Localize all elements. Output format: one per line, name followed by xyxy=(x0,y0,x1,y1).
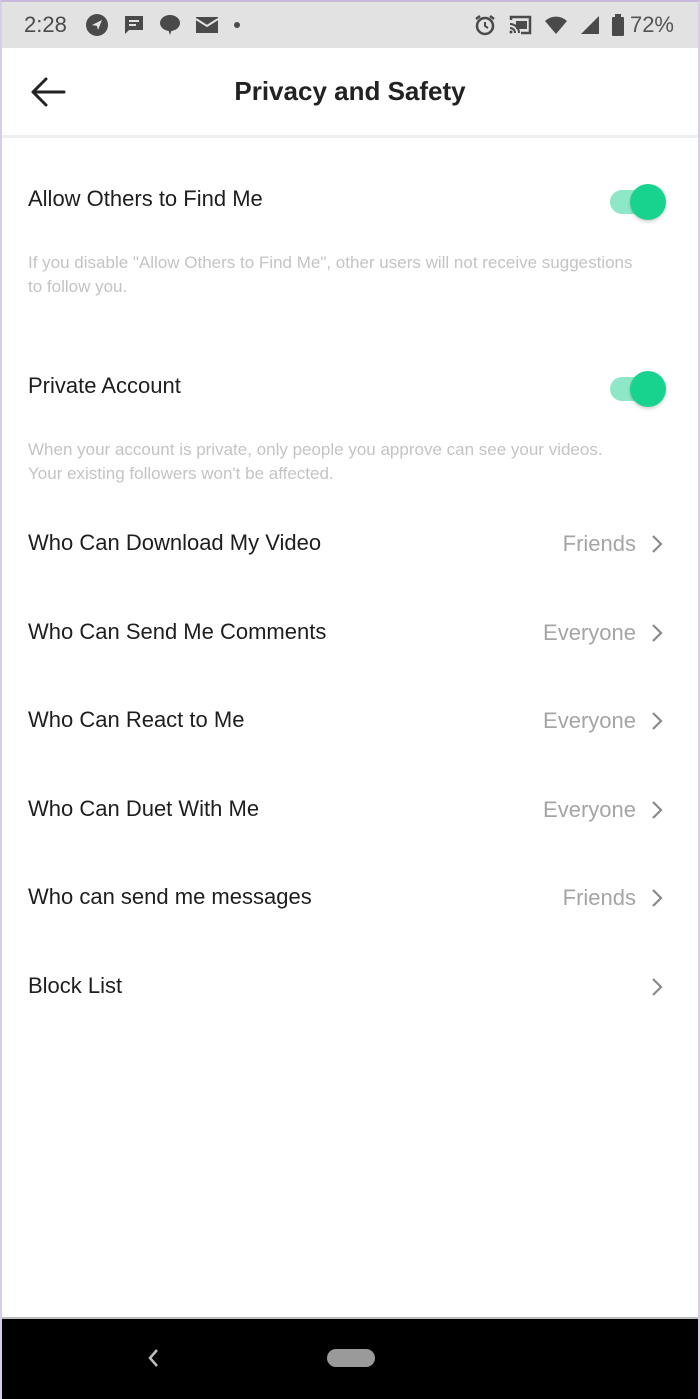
battery-percent: 72% xyxy=(629,12,674,37)
setting-value: Everyone xyxy=(543,619,636,645)
allow-others-find-me-label: Allow Others to Find Me xyxy=(28,186,263,211)
status-time: 2:28 xyxy=(24,12,67,37)
private-account-label: Private Account xyxy=(28,373,181,398)
cast-icon xyxy=(508,15,532,35)
navigation-icon xyxy=(85,13,109,37)
who-can-message-row[interactable]: Who can send me messages Friends xyxy=(2,854,698,943)
mail-icon xyxy=(195,16,219,34)
dot-icon xyxy=(233,21,241,29)
chevron-right-icon xyxy=(650,534,664,554)
allow-others-find-me-description: If you disable "Allow Others to Find Me"… xyxy=(28,253,633,296)
who-can-duet-row[interactable]: Who Can Duet With Me Everyone xyxy=(2,766,698,855)
toggle-knob xyxy=(630,371,666,407)
setting-value: Friends xyxy=(562,885,636,910)
who-can-comment-row[interactable]: Who Can Send Me Comments Everyone xyxy=(2,589,698,678)
who-can-download-row[interactable]: Who Can Download My Video Friends xyxy=(2,500,698,589)
chevron-right-icon xyxy=(650,623,664,643)
private-account-row: Private Account xyxy=(2,328,698,438)
chat-bubble-icon xyxy=(159,14,181,36)
battery-icon xyxy=(611,14,624,36)
chevron-right-icon xyxy=(650,888,664,908)
settings-content: Allow Others to Find Me If you disable "… xyxy=(2,141,698,1031)
chevron-right-icon xyxy=(650,977,664,997)
page-title: Privacy and Safety xyxy=(234,76,466,106)
setting-value: Friends xyxy=(562,531,636,556)
setting-label: Who can send me messages xyxy=(28,884,312,909)
message-icon xyxy=(123,14,145,36)
setting-value: Everyone xyxy=(543,708,636,733)
signal-icon xyxy=(580,15,600,35)
setting-label: Who Can Send Me Comments xyxy=(28,618,327,644)
toggle-knob xyxy=(630,184,666,220)
nav-back-icon xyxy=(147,1348,159,1373)
status-bar: 2:28 72% xyxy=(2,2,698,48)
nav-back-button[interactable] xyxy=(142,1347,164,1373)
private-account-description: When your account is private, only peopl… xyxy=(28,440,603,483)
setting-value: Everyone xyxy=(543,796,636,822)
setting-label: Who Can React to Me xyxy=(28,707,245,732)
status-bar-right: 72% xyxy=(474,12,674,38)
app-bar: Privacy and Safety xyxy=(2,48,698,138)
allow-others-find-me-row: Allow Others to Find Me xyxy=(2,141,698,251)
alarm-icon xyxy=(474,14,496,36)
allow-others-find-me-toggle[interactable] xyxy=(610,184,666,220)
chevron-right-icon xyxy=(650,711,664,731)
block-list-row[interactable]: Block List xyxy=(2,943,698,1032)
who-can-react-row[interactable]: Who Can React to Me Everyone xyxy=(2,677,698,766)
private-account-toggle[interactable] xyxy=(610,371,666,407)
setting-label: Who Can Download My Video xyxy=(28,530,322,555)
chevron-right-icon xyxy=(650,800,664,820)
setting-label: Who Can Duet With Me xyxy=(28,795,260,821)
status-bar-left: 2:28 xyxy=(24,12,255,38)
wifi-icon xyxy=(544,15,568,35)
setting-label: Block List xyxy=(28,972,123,998)
home-pill-icon[interactable] xyxy=(327,1349,375,1367)
system-navigation-bar xyxy=(2,1317,698,1399)
